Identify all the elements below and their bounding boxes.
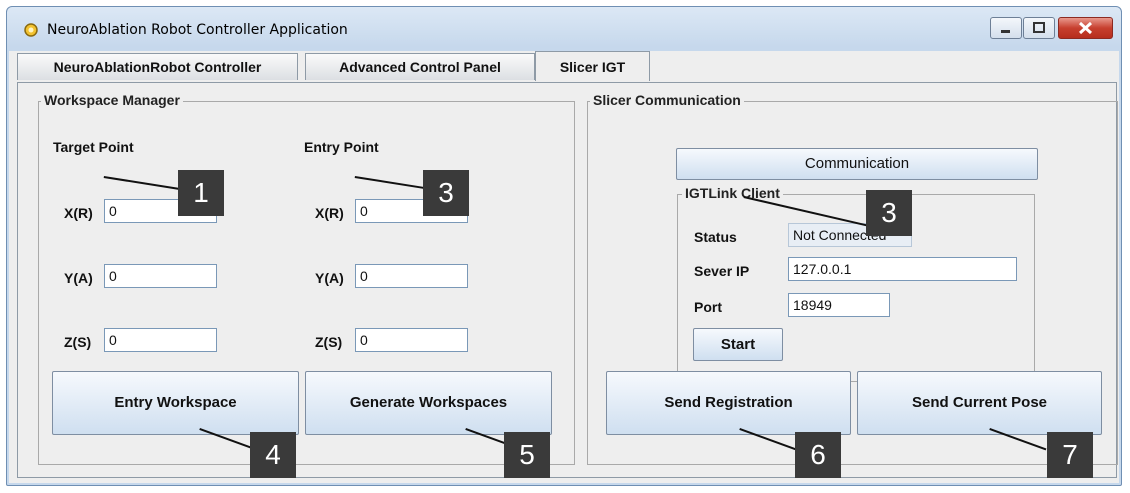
- send-current-pose-button[interactable]: Send Current Pose: [857, 371, 1102, 435]
- entry-workspace-button[interactable]: Entry Workspace: [52, 371, 299, 435]
- port-input[interactable]: 18949: [788, 293, 890, 317]
- target-y-label: Y(A): [64, 270, 93, 286]
- callout-7: 7: [1047, 432, 1093, 478]
- workspace-manager-group: Workspace Manager Target Point Entry Poi…: [38, 92, 575, 465]
- entry-x-label: X(R): [315, 205, 344, 221]
- app-icon: [23, 22, 39, 38]
- callout-4: 4: [250, 432, 296, 478]
- main-content: NeuroAblationRobot Controller Advanced C…: [9, 51, 1119, 483]
- start-button[interactable]: Start: [693, 328, 783, 361]
- sever-ip-input[interactable]: 127.0.0.1: [788, 257, 1017, 281]
- target-z-input[interactable]: 0: [104, 328, 217, 352]
- callout-1: 1: [178, 170, 224, 216]
- target-point-heading: Target Point: [53, 139, 134, 155]
- tab-panel: Workspace Manager Target Point Entry Poi…: [17, 82, 1118, 478]
- target-y-input[interactable]: 0: [104, 264, 217, 288]
- minimize-button[interactable]: [990, 17, 1022, 39]
- tab-robot-controller[interactable]: NeuroAblationRobot Controller: [17, 53, 298, 80]
- callout-3b: 3: [866, 190, 912, 236]
- slicer-communication-legend: Slicer Communication: [590, 92, 744, 108]
- close-button[interactable]: [1058, 17, 1113, 39]
- tab-slicer-igt[interactable]: Slicer IGT: [535, 51, 650, 81]
- communication-button[interactable]: Communication: [676, 148, 1038, 180]
- app-window: NeuroAblation Robot Controller Applicati…: [6, 6, 1122, 486]
- port-label: Port: [694, 299, 722, 315]
- target-x-label: X(R): [64, 205, 93, 221]
- generate-workspaces-button[interactable]: Generate Workspaces: [305, 371, 552, 435]
- igtlink-client-legend: IGTLink Client: [682, 185, 783, 201]
- callout-6: 6: [795, 432, 841, 478]
- entry-z-input[interactable]: 0: [355, 328, 468, 352]
- window-title: NeuroAblation Robot Controller Applicati…: [47, 22, 348, 38]
- maximize-button[interactable]: [1023, 17, 1055, 39]
- callout-3a: 3: [423, 170, 469, 216]
- target-z-label: Z(S): [64, 334, 92, 350]
- status-label: Status: [694, 229, 737, 245]
- entry-y-label: Y(A): [315, 270, 344, 286]
- slicer-communication-group: Slicer Communication Communication IGTLi…: [587, 92, 1118, 465]
- entry-y-input[interactable]: 0: [355, 264, 468, 288]
- entry-z-label: Z(S): [315, 334, 343, 350]
- tab-advanced-control[interactable]: Advanced Control Panel: [305, 53, 535, 80]
- title-bar[interactable]: NeuroAblation Robot Controller Applicati…: [7, 7, 1121, 47]
- sever-ip-label: Sever IP: [694, 263, 750, 279]
- workspace-manager-legend: Workspace Manager: [41, 92, 183, 108]
- callout-5: 5: [504, 432, 550, 478]
- entry-point-heading: Entry Point: [304, 139, 379, 155]
- send-registration-button[interactable]: Send Registration: [606, 371, 851, 435]
